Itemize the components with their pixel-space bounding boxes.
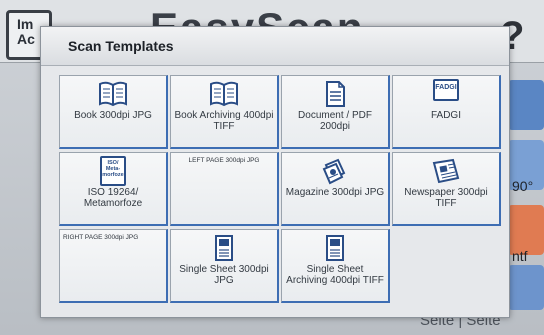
dialog-title: Scan Templates (68, 38, 174, 54)
book-icon (99, 81, 127, 107)
template-document-pdf-200dpi[interactable]: Document / PDF 200dpi (281, 75, 390, 149)
rotate-label: 90° (512, 178, 534, 194)
iso-badge-icon: ISO/ Meta- morfoze (100, 156, 126, 186)
template-label: ISO 19264/ Metamorfoze (83, 187, 143, 209)
dialog-title-bar: Scan Templates (41, 27, 509, 66)
template-label: LEFT PAGE 300dpi JPG (188, 157, 260, 164)
template-left-page-300dpi-jpg[interactable]: LEFT PAGE 300dpi JPG (170, 152, 279, 226)
book-icon (210, 81, 238, 107)
side-toolbar (508, 80, 544, 310)
template-label: Newspaper 300dpi TIFF (404, 187, 488, 209)
sheet-image-icon (215, 235, 233, 261)
fadgi-badge-icon: FADGI (433, 79, 459, 101)
template-book-archiving-400dpi-tiff[interactable]: Book Archiving 400dpi TIFF (170, 75, 279, 149)
template-label: Single Sheet 300dpi JPG (179, 264, 269, 286)
template-label: RIGHT PAGE 300dpi JPG (63, 234, 139, 241)
template-book-300dpi-jpg[interactable]: Book 300dpi JPG (59, 75, 168, 149)
template-iso-19264-metamorfoze[interactable]: ISO/ Meta- morfoze ISO 19264/ Metamorfoz… (59, 152, 168, 226)
template-label: Book 300dpi JPG (74, 110, 152, 121)
side-button-4[interactable] (508, 265, 544, 310)
empty-slot (392, 229, 501, 303)
template-fadgi[interactable]: FADGI FADGI (392, 75, 501, 149)
document-icon (326, 81, 345, 107)
magazine-icon (322, 158, 346, 185)
template-newspaper-300dpi-tiff[interactable]: Newspaper 300dpi TIFF (392, 152, 501, 226)
template-label: Single Sheet Archiving 400dpi TIFF (286, 264, 384, 286)
template-label: Magazine 300dpi JPG (285, 187, 385, 198)
template-label: Book Archiving 400dpi TIFF (174, 110, 274, 132)
template-magazine-300dpi-jpg[interactable]: Magazine 300dpi JPG (281, 152, 390, 226)
scan-templates-dialog: Scan Templates Book 300dpi JPG Book Arch… (40, 26, 510, 318)
template-right-page-300dpi-jpg[interactable]: RIGHT PAGE 300dpi JPG (59, 229, 168, 303)
newspaper-icon (432, 158, 460, 184)
template-single-sheet-archiving-400dpi-tiff[interactable]: Single Sheet Archiving 400dpi TIFF (281, 229, 390, 303)
template-label: FADGI (430, 110, 461, 121)
sheet-image-icon (326, 235, 344, 261)
template-label: Document / PDF 200dpi (298, 110, 372, 132)
side-label: ntf (512, 248, 528, 264)
template-grid: Book 300dpi JPG Book Archiving 400dpi TI… (59, 75, 501, 303)
template-single-sheet-300dpi-jpg[interactable]: Single Sheet 300dpi JPG (170, 229, 279, 303)
side-button-1[interactable] (508, 80, 544, 130)
